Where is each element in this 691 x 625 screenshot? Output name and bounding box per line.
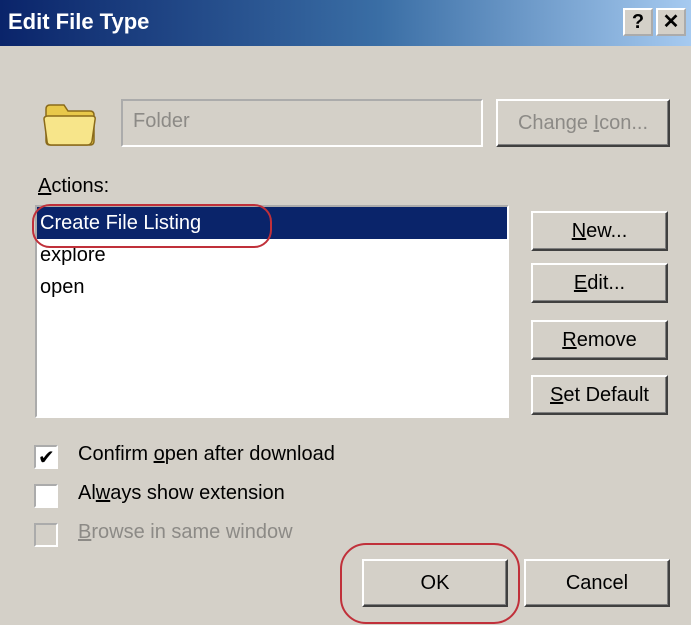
edit-file-type-dialog: Edit File Type ? ✕ Folder Change Icon...… xyxy=(0,0,691,625)
set-default-button[interactable]: Set Default xyxy=(531,375,668,415)
edit-action-button[interactable]: Edit... xyxy=(531,263,668,303)
title-bar[interactable]: Edit File Type ? ✕ xyxy=(0,0,691,46)
list-item-open[interactable]: open xyxy=(37,271,507,303)
browse-same-window-checkbox[interactable] xyxy=(34,523,58,547)
list-item-empty[interactable] xyxy=(37,303,507,335)
confirm-open-label: Confirm open after download xyxy=(78,443,335,465)
close-button[interactable]: ✕ xyxy=(656,8,686,36)
browse-same-window-label: Browse in same window xyxy=(78,521,293,543)
remove-action-button[interactable]: Remove xyxy=(531,320,668,360)
change-icon-button[interactable]: Change Icon... xyxy=(496,99,670,147)
file-type-description-field[interactable]: Folder xyxy=(121,99,483,147)
checkmark-icon: ✔ xyxy=(38,445,55,469)
folder-icon xyxy=(43,104,96,146)
always-show-extension-label: Always show extension xyxy=(78,482,285,504)
actions-label: Actions: xyxy=(38,175,110,197)
cancel-button[interactable]: Cancel xyxy=(524,559,670,607)
help-button[interactable]: ? xyxy=(623,8,653,36)
new-action-button[interactable]: New... xyxy=(531,211,668,251)
list-item-explore[interactable]: explore xyxy=(37,239,507,271)
actions-list[interactable]: Create File Listing explore open xyxy=(35,205,509,418)
confirm-open-checkbox[interactable]: ✔ xyxy=(34,445,58,469)
dialog-title: Edit File Type xyxy=(8,9,150,34)
always-show-extension-checkbox[interactable] xyxy=(34,484,58,508)
list-item-create-file-listing[interactable]: Create File Listing xyxy=(37,207,507,239)
ok-button[interactable]: OK xyxy=(362,559,508,607)
